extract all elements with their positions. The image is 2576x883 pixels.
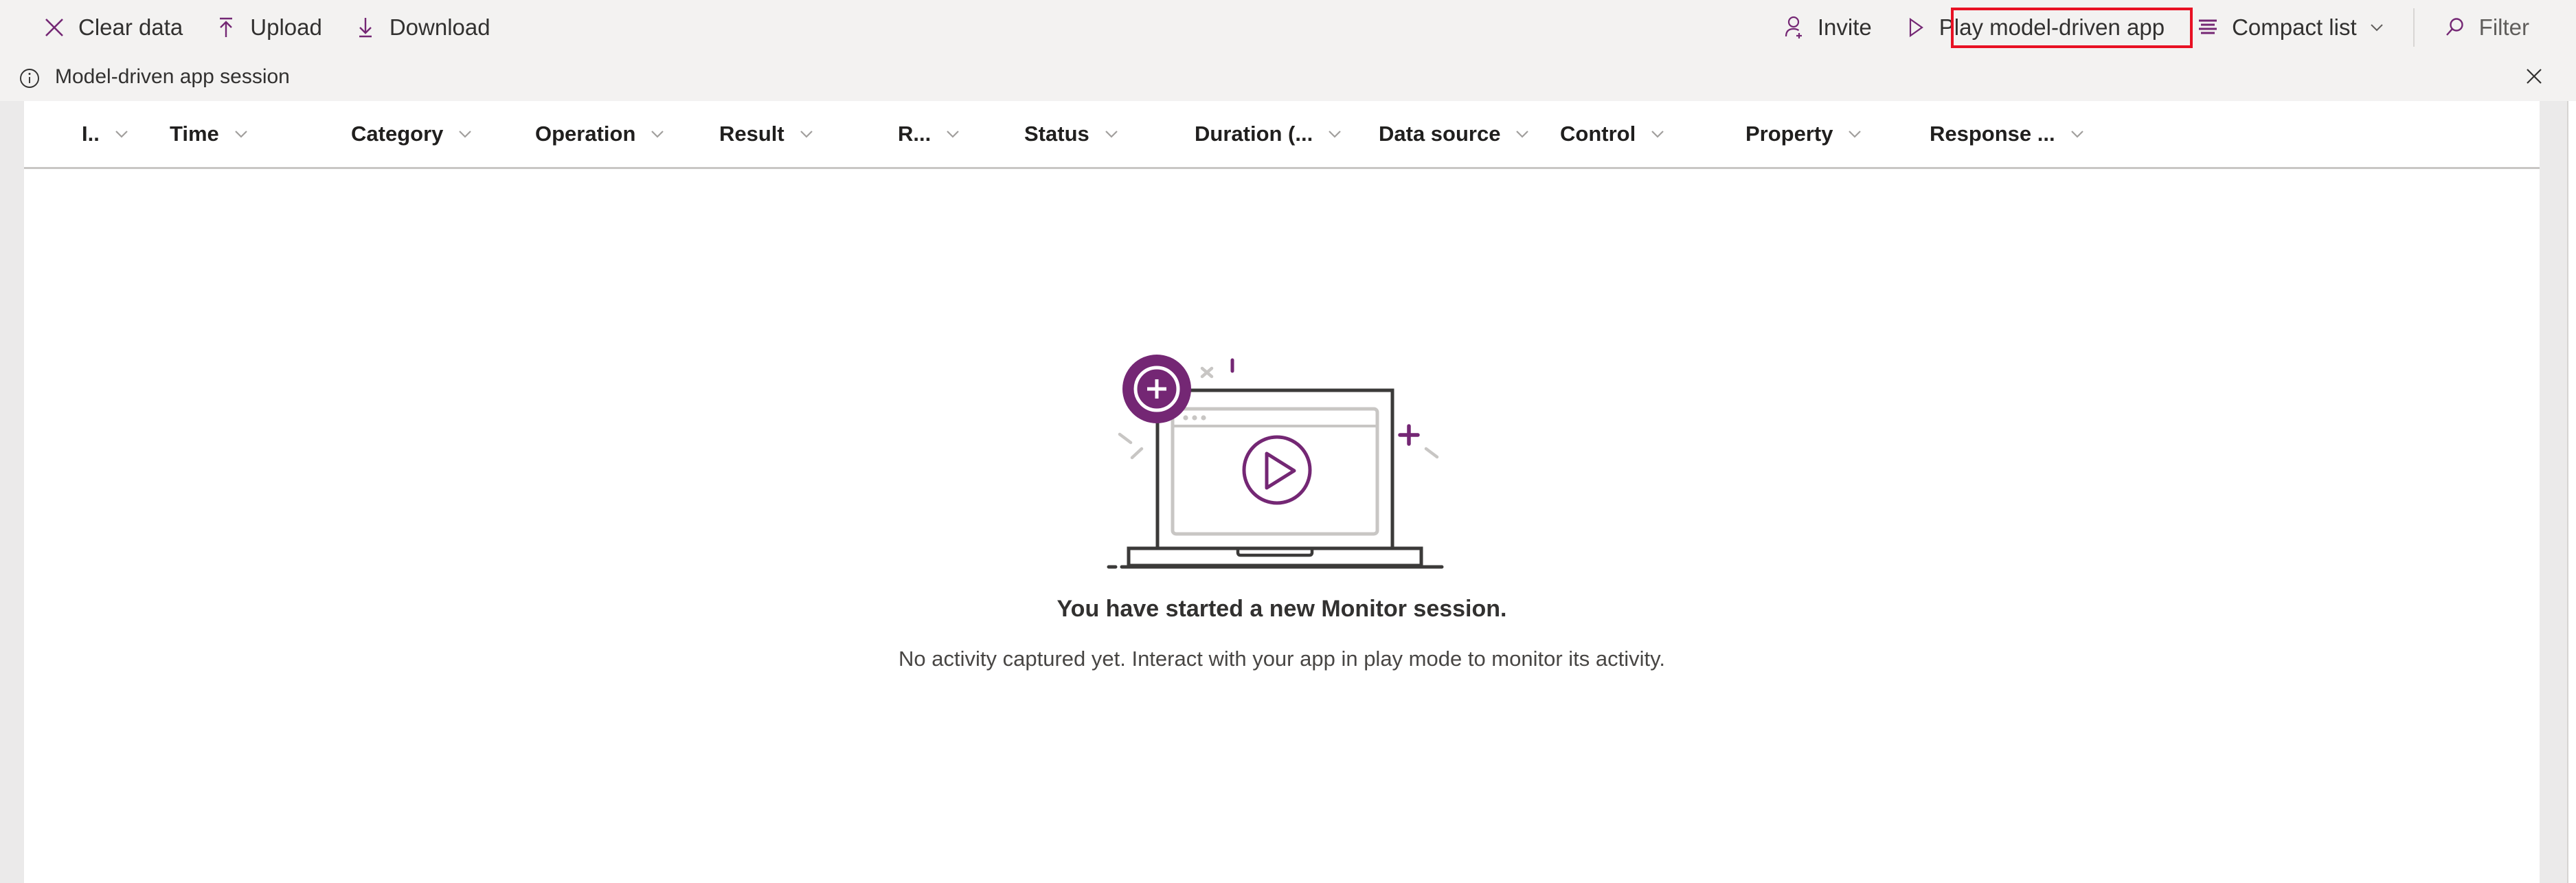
column-category[interactable]: Category bbox=[348, 101, 475, 167]
events-table: I.. Time Category Operation Result R... … bbox=[24, 101, 2540, 883]
empty-state-subtitle: No activity captured yet. Interact with … bbox=[899, 646, 1665, 671]
empty-state: You have started a new Monitor session. … bbox=[24, 169, 2540, 883]
compact-list-button[interactable]: Compact list bbox=[2180, 8, 2401, 47]
invite-button[interactable]: Invite bbox=[1765, 8, 1887, 47]
chevron-down-icon bbox=[1647, 124, 1668, 144]
column-control-label: Control bbox=[1560, 121, 1636, 146]
upload-button[interactable]: Upload bbox=[198, 8, 337, 47]
column-index-label: I.. bbox=[82, 121, 100, 146]
column-data-source[interactable]: Data source bbox=[1376, 101, 1533, 167]
column-duration[interactable]: Duration (... bbox=[1192, 101, 1345, 167]
compact-list-label: Compact list bbox=[2232, 14, 2357, 40]
upload-arrow-icon bbox=[213, 14, 239, 41]
person-add-icon bbox=[1781, 14, 1807, 41]
play-triangle-icon bbox=[1902, 14, 1928, 41]
column-r[interactable]: R... bbox=[895, 101, 963, 167]
download-label: Download bbox=[389, 14, 490, 40]
download-arrow-icon bbox=[352, 14, 379, 41]
download-button[interactable]: Download bbox=[337, 8, 506, 47]
column-property-label: Property bbox=[1745, 121, 1833, 146]
column-result-label: Result bbox=[719, 121, 784, 146]
column-property[interactable]: Property bbox=[1743, 101, 1865, 167]
play-model-driven-app-label: Play model-driven app bbox=[1939, 14, 2165, 40]
right-gutter bbox=[2540, 101, 2567, 883]
close-icon bbox=[2524, 66, 2544, 90]
column-category-label: Category bbox=[351, 121, 444, 146]
column-operation[interactable]: Operation bbox=[532, 101, 668, 167]
chevron-down-icon bbox=[942, 124, 963, 144]
column-status[interactable]: Status bbox=[1021, 101, 1122, 167]
info-message-content: Model-driven app session bbox=[15, 64, 290, 93]
chevron-down-icon bbox=[111, 124, 132, 144]
column-duration-label: Duration (... bbox=[1195, 121, 1313, 146]
upload-label: Upload bbox=[250, 14, 322, 40]
chevron-down-icon bbox=[2368, 19, 2386, 36]
info-bar-close-button[interactable] bbox=[2515, 59, 2553, 98]
monitor-app-window: Clear data Upload Download Invite Play m… bbox=[0, 0, 2576, 883]
monitor-content-area: I.. Time Category Operation Result R... … bbox=[0, 101, 2576, 883]
column-data-source-label: Data source bbox=[1379, 121, 1501, 146]
laptop-with-play-button-illustration bbox=[1103, 342, 1460, 579]
right-edge-border bbox=[2567, 101, 2568, 883]
list-lines-icon bbox=[2195, 14, 2221, 41]
info-circle-icon bbox=[15, 64, 44, 93]
command-bar: Clear data Upload Download Invite Play m… bbox=[0, 0, 2576, 55]
filter-label: Filter bbox=[2478, 14, 2529, 40]
column-response[interactable]: Response ... bbox=[1927, 101, 2088, 167]
filter-button[interactable]: Filter bbox=[2427, 8, 2544, 47]
column-index[interactable]: I.. bbox=[79, 101, 132, 167]
info-message-text: Model-driven app session bbox=[55, 65, 290, 88]
chevron-down-icon bbox=[231, 124, 251, 144]
info-message-bar: Model-driven app session bbox=[0, 55, 2576, 101]
column-status-label: Status bbox=[1024, 121, 1089, 146]
clear-data-button[interactable]: Clear data bbox=[26, 8, 198, 47]
table-header-row: I.. Time Category Operation Result R... … bbox=[24, 101, 2540, 169]
close-x-icon bbox=[41, 14, 67, 41]
column-time-label: Time bbox=[170, 121, 219, 146]
invite-label: Invite bbox=[1817, 14, 1872, 40]
column-time[interactable]: Time bbox=[167, 101, 251, 167]
chevron-down-icon bbox=[1101, 124, 1122, 144]
chevron-down-icon bbox=[1324, 124, 1345, 144]
chevron-down-icon bbox=[1512, 124, 1533, 144]
search-icon bbox=[2442, 14, 2468, 41]
column-operation-label: Operation bbox=[535, 121, 636, 146]
chevron-down-icon bbox=[647, 124, 668, 144]
column-result[interactable]: Result bbox=[716, 101, 817, 167]
chevron-down-icon bbox=[1844, 124, 1865, 144]
chevron-down-icon bbox=[2067, 124, 2088, 144]
column-control[interactable]: Control bbox=[1557, 101, 1668, 167]
column-r-label: R... bbox=[898, 121, 931, 146]
clear-data-label: Clear data bbox=[78, 14, 183, 40]
left-gutter bbox=[0, 101, 24, 883]
empty-state-title: You have started a new Monitor session. bbox=[1057, 595, 1507, 622]
play-model-driven-app-button[interactable]: Play model-driven app bbox=[1887, 8, 2180, 47]
command-bar-right-group: Invite Play model-driven app Compact lis… bbox=[1765, 8, 2544, 47]
column-response-label: Response ... bbox=[1930, 121, 2055, 146]
command-bar-left-group: Clear data Upload Download bbox=[26, 8, 506, 47]
toolbar-divider bbox=[2413, 8, 2415, 47]
chevron-down-icon bbox=[455, 124, 475, 144]
chevron-down-icon bbox=[796, 124, 817, 144]
